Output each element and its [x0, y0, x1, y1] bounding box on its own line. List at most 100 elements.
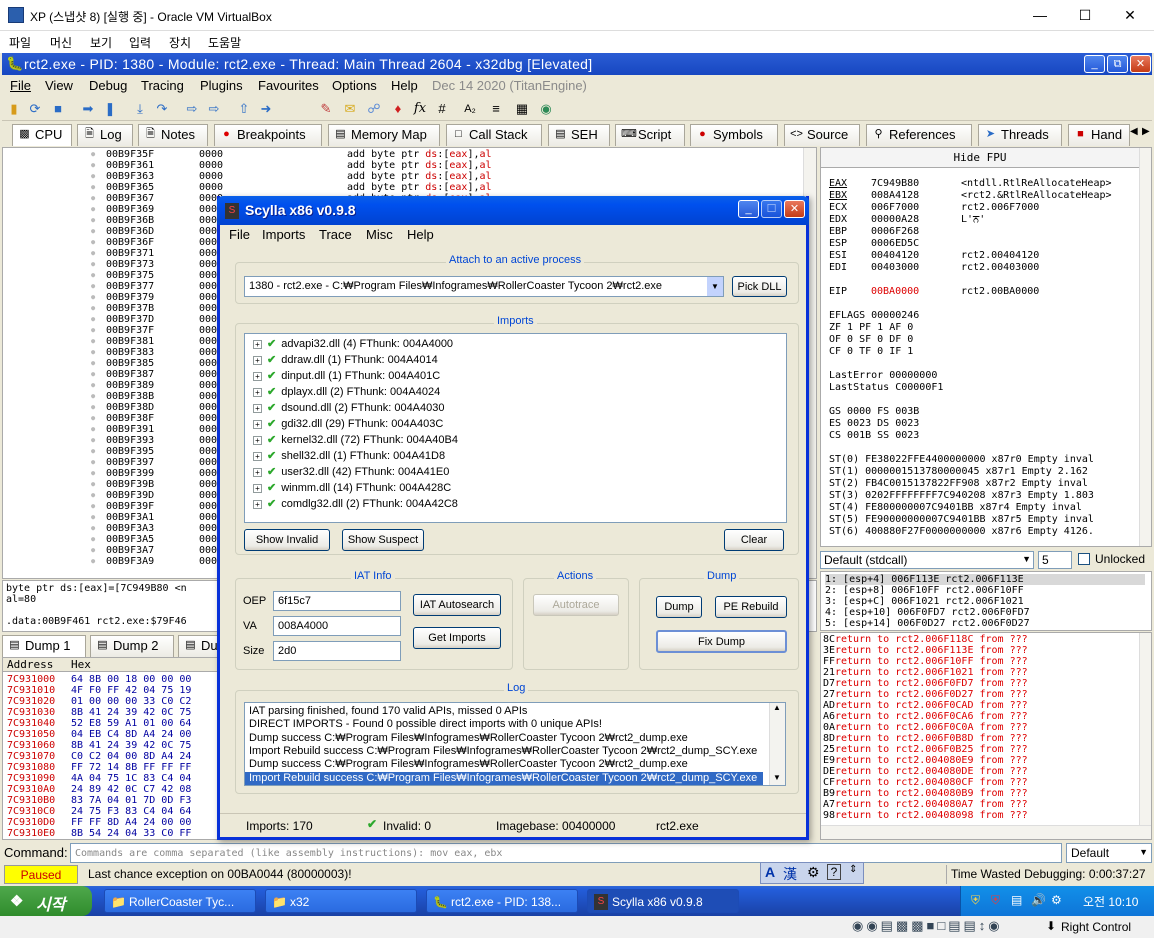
restore-icon[interactable]: ⧉ [1107, 55, 1128, 73]
iat-autosearch-button[interactable]: IAT Autosearch [413, 594, 501, 616]
run-to-user-icon[interactable]: ➜ [258, 101, 274, 117]
run-icon[interactable]: ➡ [80, 101, 96, 117]
clear-button[interactable]: Clear [724, 529, 784, 551]
taskbar-item-scylla[interactable]: S Scylla x86 v0.9.8 [587, 889, 739, 913]
vbox-menu-view[interactable]: 보기 [90, 34, 112, 51]
tab-notes[interactable]: 🗎 Notes [138, 124, 208, 146]
show-invalid-button[interactable]: Show Invalid [244, 529, 330, 551]
tab-script[interactable]: ⌨ Script [615, 124, 685, 146]
hash-icon[interactable]: # [434, 101, 450, 117]
import-row[interactable]: + ✔ advapi32.dll (4) FThunk: 004A4000 [253, 337, 453, 353]
close-icon[interactable]: ✕ [784, 200, 805, 218]
show-suspect-button[interactable]: Show Suspect [342, 529, 424, 551]
font-icon[interactable]: A₂ [462, 101, 478, 117]
dump-col-address[interactable]: Address [7, 658, 53, 672]
maximize-icon[interactable]: ☐ [1075, 5, 1095, 25]
hide-fpu-button[interactable]: Hide FPU [821, 148, 1139, 168]
globe-icon[interactable]: ◉ [538, 101, 554, 117]
tab-breakpoints[interactable]: ● Breakpoints [214, 124, 322, 146]
ime-menu-icon[interactable]: ⇕ [849, 864, 857, 875]
regs-scrollbar[interactable] [1139, 148, 1151, 546]
menu-file[interactable]: File [10, 78, 31, 93]
ime-bar[interactable]: A 漢 ⚙ ? ⇕ [760, 862, 864, 884]
scylla-menu-help[interactable]: Help [407, 227, 434, 242]
pick-dll-button[interactable]: Pick DLL [732, 276, 787, 297]
tab-source[interactable]: <> Source [784, 124, 860, 146]
vbox-menu-input[interactable]: 입력 [129, 34, 151, 51]
security-icon[interactable]: ⛨ [991, 893, 1000, 908]
menu-view[interactable]: View [45, 78, 73, 93]
taskbar-item-x32dbg[interactable]: 🐛 rct2.exe - PID: 138... [426, 889, 578, 913]
open-icon[interactable]: ▮ [6, 101, 22, 117]
tab-seh[interactable]: ▤ SEH [548, 124, 610, 146]
restart-icon[interactable]: ⟳ [27, 101, 43, 117]
vbox-menu-help[interactable]: 도움말 [208, 34, 241, 51]
vbox-menu-machine[interactable]: 머신 [50, 34, 72, 51]
tab-dump-1[interactable]: ▤ Dump 1 [2, 635, 86, 657]
menu-debug[interactable]: Debug [89, 78, 127, 93]
close-icon[interactable]: ✕ [1120, 5, 1140, 25]
ime-help-icon[interactable]: ? [827, 864, 841, 880]
tab-cpu[interactable]: ▩ CPU [12, 124, 72, 146]
import-row[interactable]: + ✔ ddraw.dll (1) FThunk: 004A4014 [253, 353, 438, 369]
pause-icon[interactable]: ❚ [102, 101, 118, 117]
start-button[interactable]: ❖ 시작 [0, 886, 92, 916]
log-scrollbar[interactable]: ▲ ▼ [769, 703, 785, 785]
scroll-down-icon[interactable]: ▼ [773, 773, 781, 782]
scroll-up-icon[interactable]: ▲ [773, 703, 781, 712]
step-over-icon[interactable]: ↷ [154, 101, 170, 117]
tab-references[interactable]: ⚲ References [866, 124, 972, 146]
callstack-view[interactable]: 8C return to rct2.006F118C from ??? 3E retu… [820, 632, 1152, 840]
execute-till-return-icon[interactable]: ⇧ [236, 101, 252, 117]
tray-app-icon[interactable]: ⚙ [1051, 893, 1062, 907]
dump-col-hex[interactable]: Hex [71, 658, 91, 672]
menu-favourites[interactable]: Favourites [258, 78, 319, 93]
step-into-icon[interactable]: ⤓ [132, 101, 148, 117]
calculator-icon[interactable]: ▦ [514, 101, 530, 117]
dump-view[interactable]: Address Hex 7C931000 64 8B 00 18 00 00 00… [2, 657, 222, 840]
command-input[interactable]: Commands are comma separated (like assem… [70, 843, 1062, 863]
unlocked-checkbox[interactable] [1078, 553, 1090, 565]
ime-tool-icon[interactable]: ⚙ [807, 864, 820, 881]
tab-call-stack[interactable]: □ Call Stack [446, 124, 542, 146]
settings-icon[interactable]: ≡ [488, 101, 504, 117]
tab-scroll-right-icon[interactable]: ▶ [1142, 126, 1150, 137]
tab-log[interactable]: 🗎 Log [77, 124, 133, 146]
ime-hanja[interactable]: 漢 [783, 864, 797, 884]
callstack-hscrollbar[interactable] [821, 825, 1151, 839]
tab-handles[interactable]: ■ Hand [1068, 124, 1130, 146]
patch-icon[interactable]: ✎ [318, 101, 334, 117]
get-imports-button[interactable]: Get Imports [413, 627, 501, 649]
callstack-scrollbar[interactable] [1139, 633, 1151, 825]
function-icon[interactable]: fx [412, 101, 428, 117]
import-row[interactable]: + ✔ shell32.dll (1) FThunk: 004A41D8 [253, 449, 445, 465]
dump-button[interactable]: Dump [656, 596, 702, 618]
process-select[interactable]: 1380 - rct2.exe - C:₩Program Files₩Infog… [244, 276, 724, 297]
trace-into-icon[interactable]: ⇨ [184, 101, 200, 117]
trace-over-icon[interactable]: ⇨ [206, 101, 222, 117]
arg-count-spinner[interactable]: 5 [1038, 551, 1072, 569]
tab-dump-2[interactable]: ▤ Dump 2 [90, 635, 174, 657]
taskbar-item-x32[interactable]: 📁 x32 [265, 889, 417, 913]
import-row[interactable]: + ✔ user32.dll (42) FThunk: 004A41E0 [253, 465, 449, 481]
menu-plugins[interactable]: Plugins [200, 78, 243, 93]
vbox-device-icons[interactable]: ◉◉▤▩▩■□▤▤↕◉ [852, 918, 1003, 934]
va-input[interactable]: 008A4000 [273, 616, 401, 636]
menu-help[interactable]: Help [391, 78, 418, 93]
minimize-icon[interactable]: _ [738, 200, 759, 218]
fix-dump-button[interactable]: Fix Dump [656, 630, 787, 653]
scylla-menu-imports[interactable]: Imports [262, 227, 305, 242]
autotrace-button[interactable]: Autotrace [533, 594, 619, 616]
taskbar-item-rollercoaster[interactable]: 📁 RollerCoaster Tyc... [104, 889, 256, 913]
vbox-menu-file[interactable]: 파일 [9, 34, 31, 51]
calling-convention-select[interactable]: Default (stdcall) ▼ [820, 551, 1034, 569]
minimize-icon[interactable]: — [1030, 5, 1050, 25]
pe-rebuild-button[interactable]: PE Rebuild [715, 596, 787, 618]
tab-dump-3[interactable]: ▤ Du [178, 635, 222, 657]
imports-tree[interactable]: + ✔ advapi32.dll (4) FThunk: 004A4000 + ✔ ddr… [244, 333, 787, 523]
label-icon[interactable]: ☍ [366, 101, 382, 117]
minimize-icon[interactable]: _ [1084, 55, 1105, 73]
menu-tracing[interactable]: Tracing [141, 78, 184, 93]
tab-symbols[interactable]: ● Symbols [690, 124, 778, 146]
close-icon[interactable]: ✕ [1130, 55, 1151, 73]
